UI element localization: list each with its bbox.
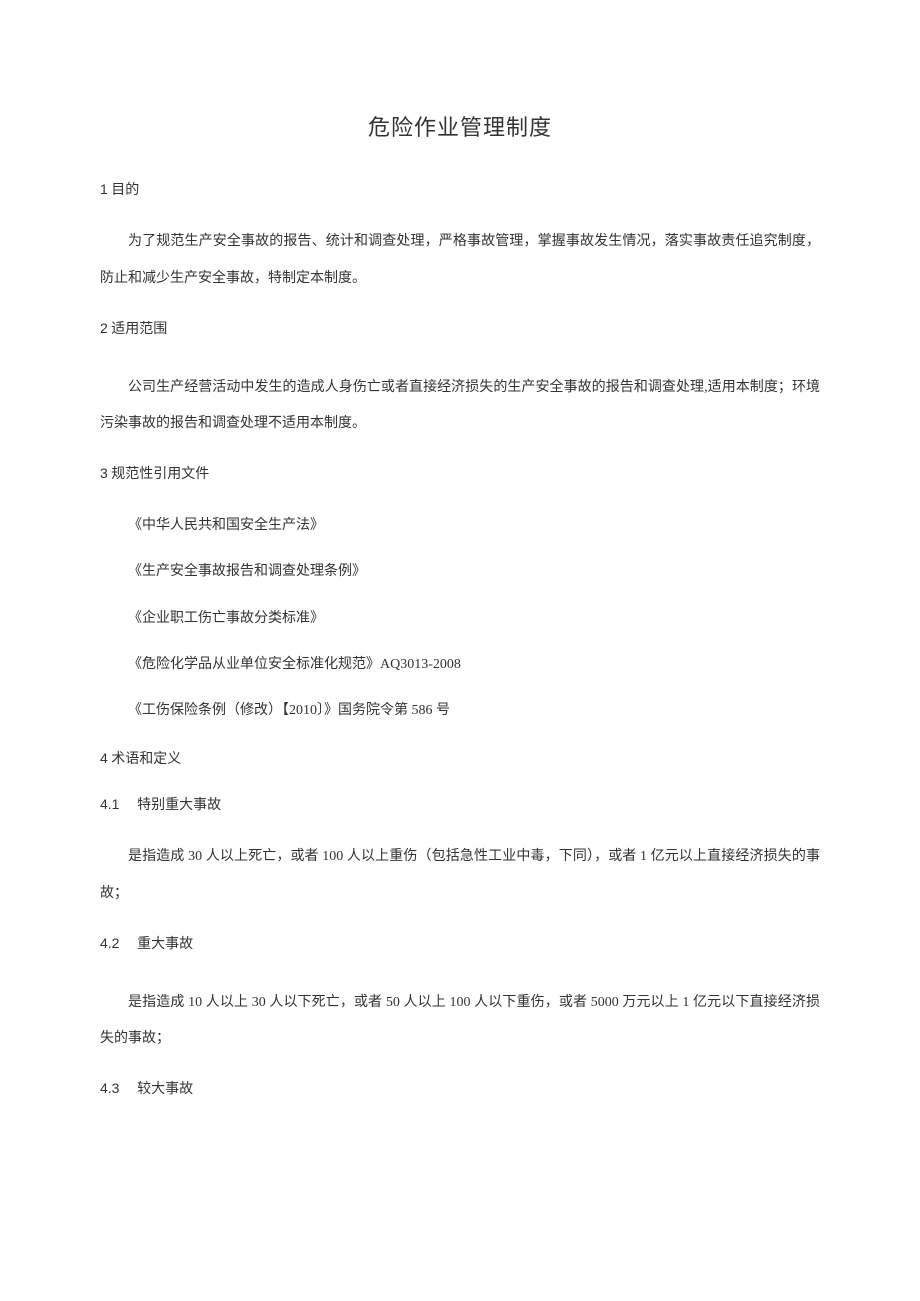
subsection-4-3-number: 4.3 <box>100 1077 134 1099</box>
reference-item: 《企业职工伤亡事故分类标准》 <box>100 608 820 630</box>
subsection-4-1-heading: 4.1 特别重大事故 <box>100 793 820 817</box>
section-4-label: 术语和定义 <box>111 752 181 767</box>
subsection-4-1-body: 是指造成 30 人以上死亡，或者 100 人以上重伤（包括急性工业中毒，下同），… <box>100 839 820 912</box>
reference-item: 《生产安全事故报告和调查处理条例》 <box>100 561 820 583</box>
section-2-number: 2 <box>100 320 108 336</box>
section-3-number: 3 <box>100 465 108 481</box>
subsection-4-2-body: 是指造成 10 人以上 30 人以下死亡，或者 50 人以上 100 人以下重伤… <box>100 985 820 1058</box>
section-1-label: 目的 <box>111 183 139 198</box>
section-1-heading: 1 目的 <box>100 178 820 202</box>
section-4-number: 4 <box>100 750 108 766</box>
subsection-4-1-number: 4.1 <box>100 793 134 815</box>
subsection-4-1-label: 特别重大事故 <box>137 798 221 813</box>
subsection-4-3-label: 较大事故 <box>137 1082 193 1097</box>
section-2-heading: 2 适用范围 <box>100 317 820 341</box>
subsection-4-2-number: 4.2 <box>100 932 134 954</box>
section-2-body: 公司生产经营活动中发生的造成人身伤亡或者直接经济损失的生产安全事故的报告和调查处… <box>100 370 820 443</box>
section-4-heading: 4 术语和定义 <box>100 747 820 771</box>
subsection-4-3-heading: 4.3 较大事故 <box>100 1077 820 1101</box>
subsection-4-2-heading: 4.2 重大事故 <box>100 932 820 956</box>
section-3-label: 规范性引用文件 <box>111 467 209 482</box>
document-title: 危险作业管理制度 <box>100 110 820 142</box>
section-1-number: 1 <box>100 181 108 197</box>
section-3-heading: 3 规范性引用文件 <box>100 462 820 486</box>
subsection-4-2-label: 重大事故 <box>137 937 193 952</box>
section-1-body: 为了规范生产安全事故的报告、统计和调查处理，严格事故管理，掌握事故发生情况，落实… <box>100 224 820 297</box>
reference-item: 《危险化学品从业单位安全标准化规范》AQ3013-2008 <box>100 654 820 676</box>
reference-item: 《中华人民共和国安全生产法》 <box>100 515 820 537</box>
section-2-label: 适用范围 <box>111 322 167 337</box>
reference-item: 《工伤保险条例（修改）【2010〕》国务院令第 586 号 <box>100 700 820 722</box>
